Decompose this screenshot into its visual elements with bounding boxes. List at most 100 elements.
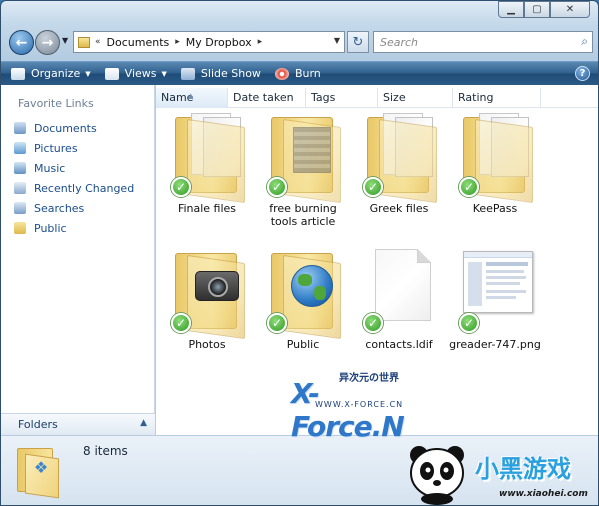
help-button[interactable]: ? — [575, 66, 590, 81]
command-bar: Organize ▼ Views ▼ Slide Show Burn ? — [1, 61, 598, 85]
nav-link-label: Recently Changed — [34, 181, 135, 195]
search-icon[interactable]: ⌕ — [581, 34, 588, 49]
address-bar[interactable]: « Documents ▸ My Dropbox ▸ ▼ — [73, 31, 345, 53]
minimize-button[interactable]: ▁ — [498, 1, 524, 18]
address-row: ← → ▼ « Documents ▸ My Dropbox ▸ ▼ ↻ Sea… — [7, 29, 593, 55]
nav-link-label: Pictures — [34, 141, 78, 155]
organize-button[interactable]: Organize ▼ — [11, 67, 91, 80]
nav-link-music[interactable]: Music — [1, 158, 154, 178]
item-name: Greek files — [369, 202, 429, 215]
organize-icon — [11, 67, 25, 80]
column-header-tags[interactable]: Tags — [306, 88, 378, 108]
views-label: Views — [124, 67, 157, 80]
maximize-button[interactable]: ▢ — [524, 1, 550, 18]
views-button[interactable]: Views ▼ — [104, 67, 167, 80]
views-icon — [104, 67, 119, 80]
column-label: Date taken — [233, 91, 294, 104]
back-button[interactable]: ← — [9, 30, 34, 55]
close-button[interactable]: ✕ — [550, 1, 590, 18]
burn-icon — [274, 67, 289, 80]
chevron-up-icon: ▲ — [140, 418, 147, 428]
overflow-chevron[interactable]: « — [95, 37, 101, 47]
folder-camera-icon: ✓ — [167, 247, 247, 340]
folder-icon: ✓ — [455, 111, 535, 204]
slideshow-button[interactable]: Slide Show — [180, 67, 261, 80]
file-item[interactable]: ✓ free burning tools article — [255, 111, 351, 228]
pictures-icon — [14, 142, 26, 154]
sync-check-icon: ✓ — [363, 313, 383, 333]
slideshow-label: Slide Show — [200, 67, 261, 80]
minimize-icon: ▁ — [507, 4, 515, 15]
file-item[interactable]: ✓ Greek files — [351, 111, 447, 215]
nav-link-recently-changed[interactable]: Recently Changed — [1, 178, 154, 198]
organize-label: Organize — [31, 67, 81, 80]
image-thumbnail-icon: ✓ — [455, 247, 535, 335]
details-pane: ❖ 8 items — [1, 435, 598, 505]
nav-link-pictures[interactable]: Pictures — [1, 138, 154, 158]
chevron-down-icon: ▼ — [85, 69, 91, 78]
item-name: KeePass — [472, 202, 518, 215]
breadcrumb-separator-icon[interactable]: ▸ — [175, 37, 180, 47]
item-name: contacts.ldif — [365, 338, 433, 351]
column-header-name[interactable]: ▲ Name — [156, 88, 228, 108]
column-header-size[interactable]: Size — [378, 88, 453, 108]
sync-check-icon: ✓ — [267, 313, 287, 333]
folder-with-images-icon: ✓ — [263, 111, 343, 204]
breadcrumb-documents[interactable]: Documents — [107, 36, 170, 49]
generic-file-icon: ✓ — [359, 247, 439, 335]
favorite-links-header: Favorite Links — [18, 97, 94, 110]
file-item[interactable]: ✓ Photos — [159, 247, 255, 351]
column-header-date-taken[interactable]: Date taken — [228, 88, 306, 108]
nav-link-label: Music — [34, 161, 66, 175]
breadcrumb-separator-icon[interactable]: ▸ — [258, 37, 263, 47]
sync-check-icon: ✓ — [171, 313, 191, 333]
maximize-icon: ▢ — [532, 4, 542, 15]
file-item[interactable]: ✓ Finale files — [159, 111, 255, 215]
sort-ascending-icon: ▲ — [188, 92, 194, 100]
item-name: Public — [286, 338, 320, 351]
breadcrumb-my-dropbox[interactable]: My Dropbox — [186, 36, 252, 49]
public-folder-icon — [14, 222, 26, 234]
dropbox-folder-icon: ❖ — [17, 444, 59, 499]
window-controls: ▁ ▢ ✕ — [498, 1, 590, 18]
sync-check-icon: ✓ — [459, 177, 479, 197]
file-list-pane: ▲ Name Date taken Tags Size Rating ✓ Fin… — [156, 85, 598, 435]
nav-link-documents[interactable]: Documents — [1, 118, 154, 138]
forward-button[interactable]: → — [35, 30, 60, 55]
nav-link-public[interactable]: Public — [1, 218, 154, 238]
column-label: Rating — [458, 91, 494, 104]
column-headers: ▲ Name Date taken Tags Size Rating — [156, 88, 598, 108]
nav-link-label: Public — [34, 221, 67, 235]
slideshow-icon — [180, 67, 195, 80]
navigation-pane: Favorite Links Documents Pictures Music … — [1, 85, 155, 435]
search-placeholder: Search — [380, 35, 419, 49]
item-name: free burning tools article — [269, 202, 337, 228]
item-name: Finale files — [177, 202, 237, 215]
sync-check-icon: ✓ — [459, 313, 479, 333]
file-item[interactable]: ✓ greader-747.png — [447, 247, 543, 351]
nav-link-label: Documents — [34, 121, 97, 135]
refresh-button[interactable]: ↻ — [347, 31, 369, 53]
recently-changed-icon — [14, 182, 26, 194]
sync-check-icon: ✓ — [267, 177, 287, 197]
nav-link-searches[interactable]: Searches — [1, 198, 154, 218]
burn-label: Burn — [294, 67, 321, 80]
sync-check-icon: ✓ — [171, 177, 191, 197]
column-label: Size — [383, 91, 406, 104]
folders-toggle[interactable]: Folders ▲ — [1, 413, 155, 435]
refresh-icon: ↻ — [352, 34, 364, 50]
address-dropdown-icon[interactable]: ▼ — [334, 36, 340, 45]
recent-pages-dropdown[interactable]: ▼ — [62, 36, 72, 45]
file-item[interactable]: ✓ KeePass — [447, 111, 543, 215]
folder-icon: ✓ — [359, 111, 439, 204]
item-name: greader-747.png — [449, 338, 541, 351]
burn-button[interactable]: Burn — [274, 67, 321, 80]
column-header-rating[interactable]: Rating — [453, 88, 541, 108]
help-icon: ? — [579, 68, 586, 79]
file-item[interactable]: ✓ Public — [255, 247, 351, 351]
file-item[interactable]: ✓ contacts.ldif — [351, 247, 447, 351]
folder-icon: ✓ — [167, 111, 247, 204]
chevron-down-icon: ▼ — [161, 69, 167, 78]
search-input[interactable]: Search ⌕ — [373, 31, 593, 53]
documents-icon — [14, 122, 26, 134]
